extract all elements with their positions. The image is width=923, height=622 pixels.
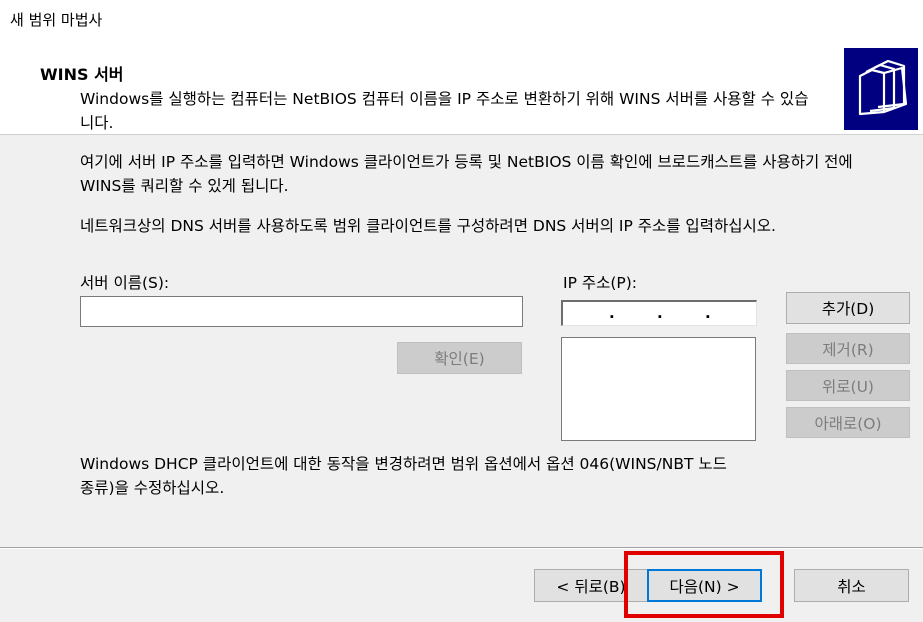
add-button[interactable]: 추가(D) bbox=[786, 292, 910, 324]
dns-info-text: 네트워크상의 DNS 서버를 사용하도록 범위 클라이언트를 구성하려면 DNS… bbox=[80, 217, 776, 235]
move-up-button[interactable]: 위로(U) bbox=[786, 370, 910, 401]
next-button[interactable]: 다음(N) > bbox=[647, 569, 762, 602]
move-down-button[interactable]: 아래로(O) bbox=[786, 407, 910, 438]
page-description: Windows를 실행하는 컴퓨터는 NetBIOS 컴퓨터 이름을 IP 주소… bbox=[80, 90, 809, 132]
ip-address-list[interactable] bbox=[561, 337, 756, 441]
node-type-note: Windows DHCP 클라이언트에 대한 동작을 변경하려면 범위 옵션에서… bbox=[80, 455, 727, 497]
ip-address-label: IP 주소(P): bbox=[563, 274, 638, 292]
title-bar: 새 범위 마법사 bbox=[0, 0, 923, 38]
resolve-button[interactable]: 확인(E) bbox=[397, 342, 522, 374]
server-name-input[interactable] bbox=[80, 296, 523, 327]
wins-info-text: 여기에 서버 IP 주소를 입력하면 Windows 클라이언트가 등록 및 N… bbox=[80, 153, 853, 195]
page-title: WINS 서버 bbox=[40, 65, 124, 84]
cancel-button[interactable]: 취소 bbox=[794, 569, 909, 602]
wizard-header: WINS 서버 Windows를 실행하는 컴퓨터는 NetBIOS 컴퓨터 이… bbox=[0, 38, 923, 135]
footer-separator bbox=[0, 547, 923, 549]
folders-icon bbox=[844, 48, 918, 130]
back-button[interactable]: < 뒤로(B) bbox=[534, 569, 648, 602]
remove-button[interactable]: 제거(R) bbox=[786, 333, 910, 364]
server-name-label: 서버 이름(S): bbox=[80, 274, 170, 292]
window-title: 새 범위 마법사 bbox=[10, 11, 103, 29]
ip-address-input[interactable]: . . . bbox=[561, 300, 757, 326]
